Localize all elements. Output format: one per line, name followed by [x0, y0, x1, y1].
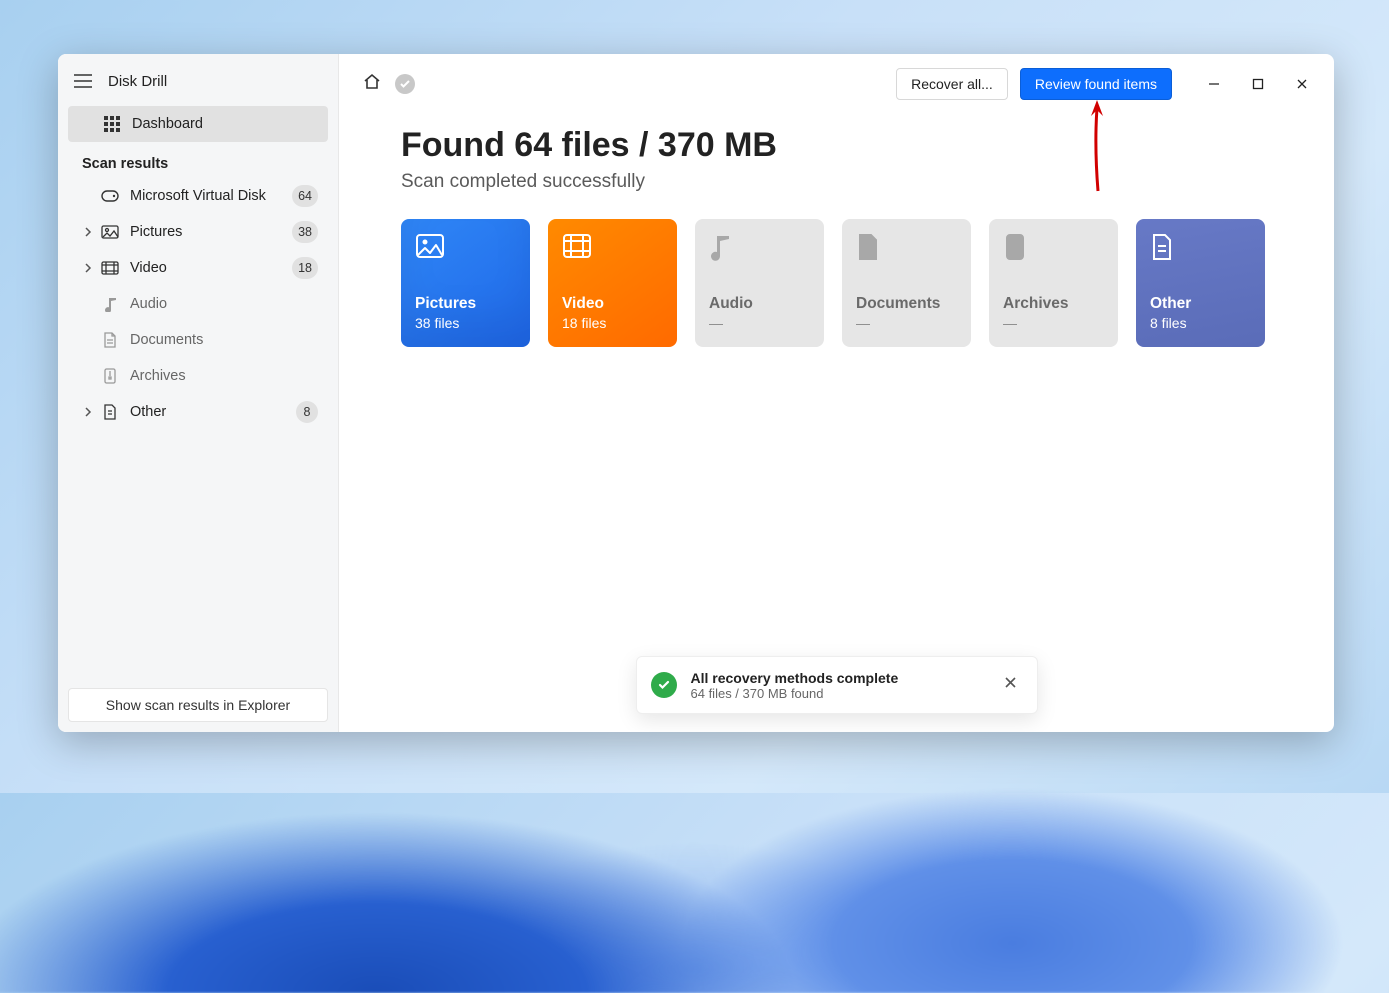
maximize-button[interactable] — [1236, 69, 1280, 99]
chevron-right-icon[interactable] — [78, 263, 98, 273]
page-subtitle: Scan completed successfully — [401, 171, 1334, 193]
sidebar-item-label: Archives — [130, 368, 318, 384]
video-icon — [562, 233, 663, 273]
window-controls — [1192, 69, 1324, 99]
card-archives[interactable]: Archives — — [989, 219, 1118, 347]
card-title: Video — [562, 295, 663, 313]
card-subtitle: — — [1003, 315, 1104, 331]
sidebar-item-dashboard[interactable]: Dashboard — [68, 106, 328, 142]
archives-icon — [1003, 233, 1104, 273]
disk-icon — [98, 190, 122, 202]
audio-icon — [709, 233, 810, 273]
sidebar-item-label: Video — [130, 260, 292, 276]
card-audio[interactable]: Audio — — [695, 219, 824, 347]
sidebar-header: Disk Drill — [58, 54, 338, 106]
dashboard-icon — [100, 116, 124, 132]
card-subtitle: — — [709, 315, 810, 331]
count-badge: 64 — [292, 185, 318, 207]
card-title: Audio — [709, 295, 810, 313]
pictures-icon — [415, 233, 516, 273]
headline: Found 64 files / 370 MB Scan completed s… — [339, 104, 1334, 193]
card-video[interactable]: Video 18 files — [548, 219, 677, 347]
card-pictures[interactable]: Pictures 38 files — [401, 219, 530, 347]
archives-icon — [98, 368, 122, 384]
toast-close-icon[interactable] — [998, 670, 1023, 700]
card-title: Other — [1150, 295, 1251, 313]
close-button[interactable] — [1280, 69, 1324, 99]
success-check-icon — [651, 672, 677, 698]
card-title: Archives — [1003, 295, 1104, 313]
review-found-items-button[interactable]: Review found items — [1020, 68, 1172, 100]
card-subtitle: 18 files — [562, 315, 663, 331]
home-icon[interactable] — [363, 73, 381, 96]
sidebar-section-title: Scan results — [58, 146, 338, 178]
category-cards: Pictures 38 files Video 18 files Audio — — [339, 193, 1334, 347]
sidebar-item-label: Pictures — [130, 224, 292, 240]
hamburger-menu-icon[interactable] — [72, 70, 94, 92]
card-other[interactable]: Other 8 files — [1136, 219, 1265, 347]
toast-notification: All recovery methods complete 64 files /… — [636, 656, 1038, 714]
sidebar-item-documents[interactable]: Documents — [68, 322, 328, 358]
card-subtitle: — — [856, 315, 957, 331]
sidebar-item-label: Dashboard — [132, 116, 318, 132]
count-badge: 18 — [292, 257, 318, 279]
file-icon — [98, 404, 122, 420]
card-title: Pictures — [415, 295, 516, 313]
sidebar-footer: Show scan results in Explorer — [58, 678, 338, 732]
sidebar-item-label: Audio — [130, 296, 318, 312]
count-badge: 38 — [292, 221, 318, 243]
page-title: Found 64 files / 370 MB — [401, 126, 1334, 165]
sidebar-item-other[interactable]: Other 8 — [68, 394, 328, 430]
sidebar-item-pictures[interactable]: Pictures 38 — [68, 214, 328, 250]
topbar: Recover all... Review found items — [339, 54, 1334, 104]
sidebar-item-audio[interactable]: Audio — [68, 286, 328, 322]
chevron-right-icon[interactable] — [78, 227, 98, 237]
status-complete-icon — [395, 74, 415, 94]
pictures-icon — [98, 225, 122, 239]
app-window: Disk Drill Dashboard Scan results Micros… — [58, 54, 1334, 732]
video-icon — [98, 261, 122, 275]
sidebar-item-label: Other — [130, 404, 296, 420]
sidebar-item-video[interactable]: Video 18 — [68, 250, 328, 286]
chevron-right-icon[interactable] — [78, 407, 98, 417]
card-documents[interactable]: Documents — — [842, 219, 971, 347]
app-title: Disk Drill — [108, 73, 167, 90]
recover-all-button[interactable]: Recover all... — [896, 68, 1008, 100]
audio-icon — [98, 296, 122, 312]
count-badge: 8 — [296, 401, 318, 423]
sidebar-item-label: Microsoft Virtual Disk — [130, 188, 292, 204]
main-area: Recover all... Review found items Found … — [339, 54, 1334, 732]
show-in-explorer-button[interactable]: Show scan results in Explorer — [68, 688, 328, 722]
documents-icon — [98, 332, 122, 348]
sidebar: Disk Drill Dashboard Scan results Micros… — [58, 54, 339, 732]
sidebar-item-archives[interactable]: Archives — [68, 358, 328, 394]
toast-title: All recovery methods complete — [691, 670, 984, 686]
card-title: Documents — [856, 295, 957, 313]
minimize-button[interactable] — [1192, 69, 1236, 99]
sidebar-item-label: Documents — [130, 332, 318, 348]
documents-icon — [856, 233, 957, 273]
toast-subtitle: 64 files / 370 MB found — [691, 686, 984, 701]
file-icon — [1150, 233, 1251, 273]
card-subtitle: 8 files — [1150, 315, 1251, 331]
sidebar-item-disk[interactable]: Microsoft Virtual Disk 64 — [68, 178, 328, 214]
card-subtitle: 38 files — [415, 315, 516, 331]
